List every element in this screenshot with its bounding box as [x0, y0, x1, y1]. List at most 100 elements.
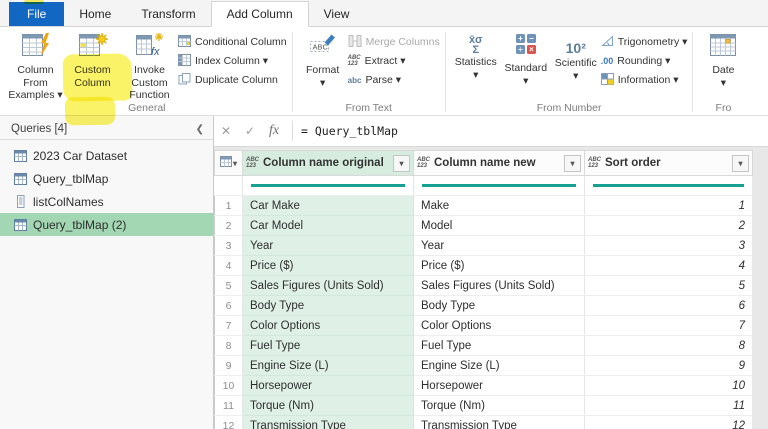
- cell-new[interactable]: Horsepower: [413, 375, 585, 396]
- row-number[interactable]: 1: [214, 195, 243, 216]
- filter-dropdown-button[interactable]: ▾: [564, 154, 581, 172]
- trigonometry-button[interactable]: Trigonometry ▾: [600, 34, 687, 50]
- query-item[interactable]: Query_tblMap (2): [0, 213, 213, 236]
- tab-view[interactable]: View: [309, 2, 365, 26]
- cell-sort[interactable]: 3: [584, 235, 753, 256]
- cell-original[interactable]: Color Options: [242, 315, 414, 336]
- column-header-new[interactable]: ABC 123 Column name new ▾: [413, 150, 585, 176]
- date-button[interactable]: Date ▾: [698, 30, 748, 89]
- conditional-column-button[interactable]: Conditional Column: [178, 34, 287, 50]
- information-button[interactable]: Information ▾: [600, 72, 688, 88]
- cell-sort[interactable]: 11: [584, 395, 753, 416]
- cell-sort[interactable]: 10: [584, 375, 753, 396]
- queries-count-label: Queries [4]: [11, 123, 68, 135]
- cell-original[interactable]: Engine Size (L): [242, 355, 414, 376]
- cell-original[interactable]: Fuel Type: [242, 335, 414, 356]
- cell-sort[interactable]: 12: [584, 415, 753, 429]
- rounding-button[interactable]: .00 Rounding ▾: [601, 53, 688, 69]
- cell-new[interactable]: Make: [413, 195, 585, 216]
- format-button[interactable]: ABC Format ▾: [298, 30, 348, 89]
- fx-icon[interactable]: fx: [262, 123, 286, 139]
- commit-formula-icon[interactable]: ✓: [238, 124, 262, 138]
- cell-sort[interactable]: 5: [584, 275, 753, 296]
- formula-input[interactable]: = Query_tblMap: [301, 124, 768, 138]
- row-number[interactable]: 5: [214, 275, 243, 296]
- triangle-icon: [600, 34, 614, 50]
- cell-new[interactable]: Transmission Type: [413, 415, 585, 429]
- table-row: 4 Price ($) Price ($) 4: [214, 255, 753, 276]
- standard-button[interactable]: + − ÷ × Standard ▾: [501, 30, 551, 87]
- tab-file[interactable]: File: [9, 2, 65, 26]
- cell-sort[interactable]: 7: [584, 315, 753, 336]
- merge-columns-button[interactable]: Merge Columns: [348, 34, 440, 50]
- query-item[interactable]: Query_tblMap: [0, 167, 213, 190]
- row-number[interactable]: 11: [214, 395, 243, 416]
- custom-column-button[interactable]: Custom Column: [64, 30, 121, 89]
- filter-dropdown-button[interactable]: ▾: [393, 154, 410, 172]
- row-number[interactable]: 6: [214, 295, 243, 316]
- query-item[interactable]: listColNames: [0, 190, 213, 213]
- cell-new[interactable]: Price ($): [413, 255, 585, 276]
- cell-original[interactable]: Year: [242, 235, 414, 256]
- cell-sort[interactable]: 1: [584, 195, 753, 216]
- cell-original[interactable]: Body Type: [242, 295, 414, 316]
- scientific-button[interactable]: 10² Scientific ▾: [551, 30, 601, 82]
- row-number[interactable]: 7: [214, 315, 243, 336]
- tab-add-column[interactable]: Add Column: [210, 1, 309, 27]
- collapse-pane-icon[interactable]: ❮: [196, 124, 204, 135]
- query-item[interactable]: 2023 Car Dataset: [0, 144, 213, 167]
- cell-original[interactable]: Sales Figures (Units Sold): [242, 275, 414, 296]
- table-row: 9 Engine Size (L) Engine Size (L) 9: [214, 355, 753, 376]
- rounding-icon: .00: [600, 56, 614, 66]
- column-header-sort[interactable]: ABC 123 Sort order ▾: [584, 150, 753, 176]
- cell-new[interactable]: Fuel Type: [413, 335, 585, 356]
- index-column-button[interactable]: Index Column ▾: [178, 53, 287, 69]
- column-quality-bar: [214, 175, 753, 196]
- cell-sort[interactable]: 4: [584, 255, 753, 276]
- cancel-formula-icon[interactable]: ✕: [214, 124, 238, 138]
- column-header-original[interactable]: ABC 123 Column name original ▾: [242, 150, 414, 176]
- extract-button[interactable]: ABC 123 Extract ▾: [348, 53, 440, 69]
- tab-home[interactable]: Home: [64, 2, 126, 26]
- row-number[interactable]: 4: [214, 255, 243, 276]
- tab-transform[interactable]: Transform: [126, 2, 210, 26]
- general-small-buttons: Conditional Column Index Column ▾ Duplic…: [178, 30, 287, 88]
- cell-new[interactable]: Sales Figures (Units Sold): [413, 275, 585, 296]
- row-number[interactable]: 10: [214, 375, 243, 396]
- filter-dropdown-button[interactable]: ▾: [732, 154, 749, 172]
- table-icon: [13, 218, 27, 231]
- cell-sort[interactable]: 8: [584, 335, 753, 356]
- cell-new[interactable]: Body Type: [413, 295, 585, 316]
- duplicate-column-icon: [178, 72, 191, 88]
- cell-new[interactable]: Engine Size (L): [413, 355, 585, 376]
- cell-original[interactable]: Horsepower: [242, 375, 414, 396]
- cell-original[interactable]: Price ($): [242, 255, 414, 276]
- table-icon: [219, 156, 232, 170]
- cell-original[interactable]: Car Make: [242, 195, 414, 216]
- row-number[interactable]: 8: [214, 335, 243, 356]
- query-name: 2023 Car Dataset: [33, 148, 128, 163]
- cell-new[interactable]: Torque (Nm): [413, 395, 585, 416]
- invoke-custom-function-button[interactable]: fx Invoke Custom Function: [121, 30, 178, 102]
- cell-sort[interactable]: 2: [584, 215, 753, 236]
- column-from-examples-button[interactable]: Column From Examples ▾: [7, 30, 64, 102]
- duplicate-column-button[interactable]: Duplicate Column: [178, 72, 287, 88]
- select-all-corner[interactable]: ▾: [214, 150, 243, 176]
- cell-original[interactable]: Car Model: [242, 215, 414, 236]
- row-number[interactable]: 3: [214, 235, 243, 256]
- table-row: 1 Car Make Make 1: [214, 195, 753, 216]
- cell-sort[interactable]: 9: [584, 355, 753, 376]
- cell-new[interactable]: Color Options: [413, 315, 585, 336]
- cell-sort[interactable]: 6: [584, 295, 753, 316]
- cell-original[interactable]: Torque (Nm): [242, 395, 414, 416]
- cell-new[interactable]: Model: [413, 215, 585, 236]
- row-number[interactable]: 9: [214, 355, 243, 376]
- standard-operators-icon: + − ÷ ×: [513, 32, 539, 61]
- parse-button[interactable]: abc Parse ▾: [348, 72, 440, 88]
- cell-original[interactable]: Transmission Type: [242, 415, 414, 429]
- statistics-button[interactable]: x̄σ Σ Statistics ▾: [451, 30, 501, 81]
- row-number[interactable]: 2: [214, 215, 243, 236]
- group-label-from-number: From Number: [536, 102, 602, 114]
- cell-new[interactable]: Year: [413, 235, 585, 256]
- row-number[interactable]: 12: [214, 415, 243, 429]
